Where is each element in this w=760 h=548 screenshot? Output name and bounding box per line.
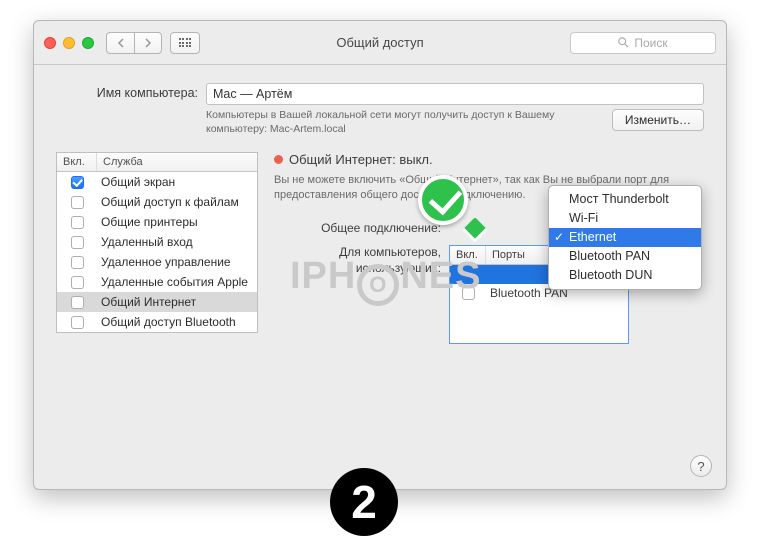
service-name: Общий Интернет — [97, 295, 257, 309]
to-ports-label: Для компьютеров, использующих: — [274, 245, 449, 344]
service-row[interactable]: Общий доступ Bluetooth — [57, 312, 257, 332]
content: Имя компьютера: Компьютеры в Вашей локал… — [34, 65, 726, 368]
service-name: Удаленное управление — [97, 255, 257, 269]
service-row[interactable]: Общие принтеры — [57, 212, 257, 232]
zoom-icon[interactable] — [82, 37, 94, 49]
service-name: Общие принтеры — [97, 215, 257, 229]
service-row[interactable]: Общий доступ к файлам — [57, 192, 257, 212]
service-row[interactable]: Удаленное управление — [57, 252, 257, 272]
show-all-button[interactable] — [170, 32, 200, 54]
service-row[interactable]: Общий экран — [57, 172, 257, 192]
dropdown-item[interactable]: Wi-Fi — [549, 209, 701, 228]
share-from-label: Общее подключение: — [274, 221, 449, 235]
service-row[interactable]: Удаленный вход — [57, 232, 257, 252]
service-row[interactable]: Общий Интернет — [57, 292, 257, 312]
service-checkbox[interactable] — [71, 316, 84, 329]
service-checkbox[interactable] — [71, 236, 84, 249]
preferences-window: Общий доступ Поиск Имя компьютера: Компь… — [33, 20, 727, 490]
services-head-name: Служба — [97, 153, 149, 171]
port-checkbox[interactable] — [462, 287, 475, 300]
computer-name-label: Имя компьютера: — [56, 83, 206, 100]
service-checkbox[interactable] — [71, 276, 84, 289]
edit-button[interactable]: Изменить… — [612, 109, 704, 131]
help-button[interactable]: ? — [690, 455, 712, 477]
status-off-icon — [274, 155, 283, 164]
computer-name-hint: Компьютеры в Вашей локальной сети могут … — [206, 109, 602, 136]
service-row[interactable]: Удаленные события Apple — [57, 272, 257, 292]
forward-button[interactable] — [134, 32, 162, 54]
dropdown-item[interactable]: Bluetooth DUN — [549, 266, 701, 285]
service-checkbox[interactable] — [71, 176, 84, 189]
dropdown-item[interactable]: Ethernet — [549, 228, 701, 247]
titlebar: Общий доступ Поиск — [34, 21, 726, 65]
service-checkbox[interactable] — [71, 296, 84, 309]
close-icon[interactable] — [44, 37, 56, 49]
computer-name-field[interactable] — [206, 83, 704, 105]
service-name: Общий доступ Bluetooth — [97, 315, 257, 329]
main-panel: Вкл. Служба Общий экран Общий доступ к фа… — [56, 152, 704, 354]
grid-icon — [179, 38, 192, 47]
service-name: Удаленные события Apple — [97, 275, 257, 289]
traffic-lights — [44, 37, 94, 49]
search-placeholder: Поиск — [634, 36, 667, 50]
service-checkbox[interactable] — [71, 216, 84, 229]
service-checkbox[interactable] — [71, 256, 84, 269]
search-input[interactable]: Поиск — [570, 32, 716, 54]
service-name: Удаленный вход — [97, 235, 257, 249]
nav-buttons — [106, 32, 162, 54]
dropdown-item[interactable]: Мост Thunderbolt — [549, 190, 701, 209]
step-badge: 2 — [330, 468, 398, 536]
detail-panel: Общий Интернет: выкл. Вы не можете включ… — [274, 152, 704, 354]
service-name: Общий экран — [97, 175, 257, 189]
minimize-icon[interactable] — [63, 37, 75, 49]
service-checkbox[interactable] — [71, 196, 84, 209]
share-from-dropdown[interactable]: Мост ThunderboltWi-FiEthernetBluetooth P… — [548, 185, 702, 290]
port-head-name: Порты — [486, 246, 531, 264]
computer-name-row: Имя компьютера: Компьютеры в Вашей локал… — [56, 83, 704, 136]
service-name: Общий доступ к файлам — [97, 195, 257, 209]
dropdown-item[interactable]: Bluetooth PAN — [549, 247, 701, 266]
services-head-on: Вкл. — [57, 153, 97, 171]
detail-title: Общий Интернет: выкл. — [289, 152, 433, 167]
search-icon — [618, 37, 629, 48]
port-head-on: Вкл. — [450, 246, 486, 264]
back-button[interactable] — [106, 32, 134, 54]
services-panel: Вкл. Служба Общий экран Общий доступ к фа… — [56, 152, 258, 354]
services-table: Вкл. Служба Общий экран Общий доступ к фа… — [56, 152, 258, 333]
